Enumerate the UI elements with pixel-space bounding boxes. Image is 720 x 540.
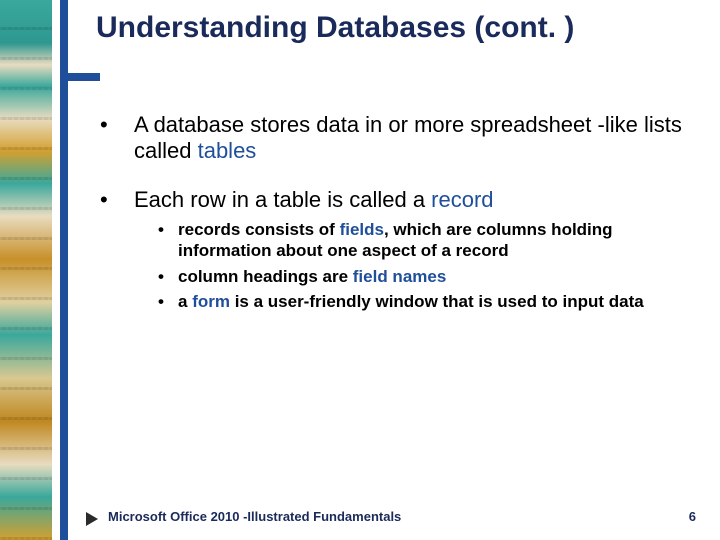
sub-bullet-text: a form is a user-friendly window that is… (178, 291, 644, 312)
sub-bullet-text: records consists of fields, which are co… (178, 219, 685, 262)
term-field-names: field names (353, 267, 447, 286)
footer-text: Microsoft Office 2010 -Illustrated Funda… (108, 509, 401, 524)
sub-bullet-item: • records consists of fields, which are … (158, 219, 685, 262)
decorative-sidebar-image (0, 0, 52, 540)
term-form: form (192, 292, 230, 311)
term-tables: tables (198, 138, 257, 163)
bullet-marker: • (100, 112, 134, 165)
bullet-text: Each row in a table is called a record (134, 187, 494, 213)
sub-bullet-text: column headings are field names (178, 266, 446, 287)
term-record: record (431, 187, 493, 212)
sub-bullet-list: • records consists of fields, which are … (158, 219, 685, 312)
bullet-marker: • (158, 291, 178, 312)
slide-title: Understanding Databases (cont. ) (96, 10, 696, 45)
bullet-item: • A database stores data in or more spre… (100, 112, 685, 165)
horizontal-accent-bar (60, 73, 100, 81)
play-icon (86, 512, 98, 526)
sub-bullet-item: • column headings are field names (158, 266, 685, 287)
slide-body: • A database stores data in or more spre… (100, 112, 685, 316)
bullet-item: • Each row in a table is called a record (100, 187, 685, 213)
bullet-marker: • (100, 187, 134, 213)
bullet-text: A database stores data in or more spread… (134, 112, 685, 165)
page-number: 6 (689, 509, 696, 524)
bullet-marker: • (158, 219, 178, 262)
bullet-marker: • (158, 266, 178, 287)
term-fields: fields (340, 220, 384, 239)
sub-bullet-item: • a form is a user-friendly window that … (158, 291, 685, 312)
vertical-accent-bar (60, 0, 68, 540)
